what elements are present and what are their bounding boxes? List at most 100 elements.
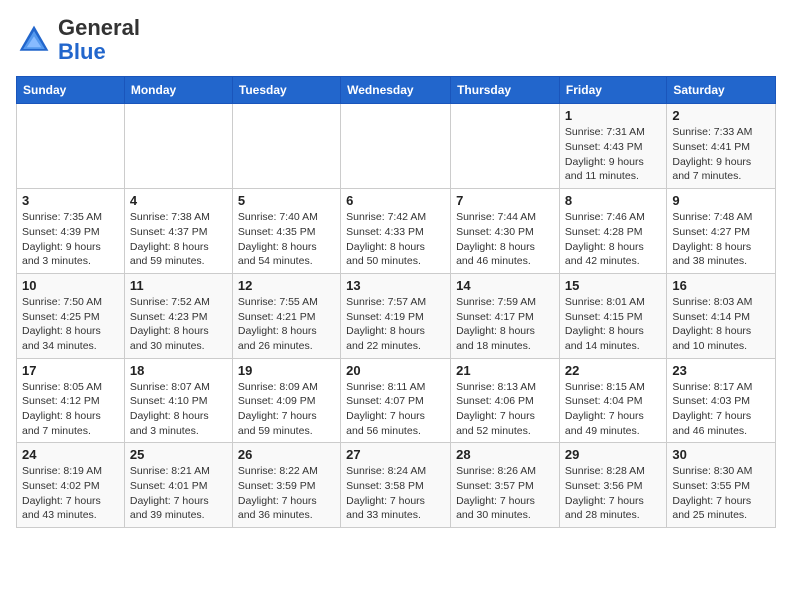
day-info: Sunrise: 7:48 AMSunset: 4:27 PMDaylight:… <box>672 210 770 269</box>
calendar-cell: 12Sunrise: 7:55 AMSunset: 4:21 PMDayligh… <box>232 273 340 358</box>
logo: General Blue <box>16 16 140 64</box>
day-number: 5 <box>238 193 335 208</box>
calendar-cell: 21 Sunrise: 8:13 AMSunset: 4:06 PMDayligh… <box>451 358 560 443</box>
calendar-cell: 29Sunrise: 8:28 AMSunset: 3:56 PMDayligh… <box>559 443 666 528</box>
calendar-cell: 23 Sunrise: 8:17 AMSunset: 4:03 PMDayligh… <box>667 358 776 443</box>
day-number: 23 <box>672 363 770 378</box>
day-number: 11 <box>130 278 227 293</box>
day-number: 13 <box>346 278 445 293</box>
day-info: Sunrise: 7:52 AMSunset: 4:23 PMDaylight:… <box>130 295 227 354</box>
day-info: Sunrise: 7:40 AMSunset: 4:35 PMDaylight:… <box>238 210 335 269</box>
day-number: 8 <box>565 193 661 208</box>
calendar-cell: 2 Sunrise: 7:33 AMSunset: 4:41 PMDaylight… <box>667 104 776 189</box>
weekday-header-saturday: Saturday <box>667 77 776 104</box>
calendar-cell: 30 Sunrise: 8:30 AMSunset: 3:55 PMDayligh… <box>667 443 776 528</box>
calendar-cell: 9 Sunrise: 7:48 AMSunset: 4:27 PMDaylight… <box>667 189 776 274</box>
calendar-cell: 7 Sunrise: 7:44 AMSunset: 4:30 PMDaylight… <box>451 189 560 274</box>
day-info: Sunrise: 7:38 AMSunset: 4:37 PMDaylight:… <box>130 210 227 269</box>
day-number: 2 <box>672 108 770 123</box>
day-number: 19 <box>238 363 335 378</box>
weekday-header-tuesday: Tuesday <box>232 77 340 104</box>
calendar-cell: 20 Sunrise: 8:11 AMSunset: 4:07 PMDayligh… <box>341 358 451 443</box>
page-header: General Blue <box>16 16 776 64</box>
calendar-table: SundayMondayTuesdayWednesdayThursdayFrid… <box>16 76 776 528</box>
day-info: Sunrise: 8:07 AMSunset: 4:10 PMDaylight:… <box>130 380 227 439</box>
day-number: 1 <box>565 108 661 123</box>
day-number: 15 <box>565 278 661 293</box>
day-number: 4 <box>130 193 227 208</box>
calendar-week-5: 24 Sunrise: 8:19 AMSunset: 4:02 PMDayligh… <box>17 443 776 528</box>
logo-text: General Blue <box>58 16 140 64</box>
day-info: Sunrise: 8:09 AMSunset: 4:09 PMDaylight:… <box>238 380 335 439</box>
day-info: Sunrise: 7:31 AMSunset: 4:43 PMDaylight:… <box>565 125 661 184</box>
day-info: Sunrise: 8:19 AMSunset: 4:02 PMDaylight:… <box>22 464 119 523</box>
day-number: 28 <box>456 447 554 462</box>
calendar-cell: 25 Sunrise: 8:21 AMSunset: 4:01 PMDayligh… <box>124 443 232 528</box>
day-number: 6 <box>346 193 445 208</box>
calendar-cell <box>232 104 340 189</box>
day-info: Sunrise: 7:42 AMSunset: 4:33 PMDaylight:… <box>346 210 445 269</box>
calendar-cell: 5 Sunrise: 7:40 AMSunset: 4:35 PMDaylight… <box>232 189 340 274</box>
day-info: Sunrise: 7:57 AMSunset: 4:19 PMDaylight:… <box>346 295 445 354</box>
day-info: Sunrise: 8:03 AMSunset: 4:14 PMDaylight:… <box>672 295 770 354</box>
day-number: 16 <box>672 278 770 293</box>
day-info: Sunrise: 8:11 AMSunset: 4:07 PMDaylight:… <box>346 380 445 439</box>
day-number: 14 <box>456 278 554 293</box>
day-info: Sunrise: 7:44 AMSunset: 4:30 PMDaylight:… <box>456 210 554 269</box>
day-info: Sunrise: 8:21 AMSunset: 4:01 PMDaylight:… <box>130 464 227 523</box>
weekday-header-row: SundayMondayTuesdayWednesdayThursdayFrid… <box>17 77 776 104</box>
calendar-cell <box>17 104 125 189</box>
calendar-week-2: 3 Sunrise: 7:35 AMSunset: 4:39 PMDaylight… <box>17 189 776 274</box>
calendar-week-4: 17Sunrise: 8:05 AMSunset: 4:12 PMDayligh… <box>17 358 776 443</box>
day-info: Sunrise: 8:24 AMSunset: 3:58 PMDaylight:… <box>346 464 445 523</box>
day-number: 24 <box>22 447 119 462</box>
day-number: 3 <box>22 193 119 208</box>
logo-icon <box>16 22 52 58</box>
calendar-cell: 17Sunrise: 8:05 AMSunset: 4:12 PMDayligh… <box>17 358 125 443</box>
calendar-cell: 24 Sunrise: 8:19 AMSunset: 4:02 PMDayligh… <box>17 443 125 528</box>
weekday-header-thursday: Thursday <box>451 77 560 104</box>
day-number: 18 <box>130 363 227 378</box>
calendar-cell: 28Sunrise: 8:26 AMSunset: 3:57 PMDayligh… <box>451 443 560 528</box>
calendar-cell: 22Sunrise: 8:15 AMSunset: 4:04 PMDayligh… <box>559 358 666 443</box>
day-number: 25 <box>130 447 227 462</box>
logo-general: General <box>58 16 140 40</box>
day-info: Sunrise: 7:35 AMSunset: 4:39 PMDaylight:… <box>22 210 119 269</box>
day-info: Sunrise: 8:15 AMSunset: 4:04 PMDaylight:… <box>565 380 661 439</box>
day-number: 9 <box>672 193 770 208</box>
weekday-header-sunday: Sunday <box>17 77 125 104</box>
day-info: Sunrise: 7:59 AMSunset: 4:17 PMDaylight:… <box>456 295 554 354</box>
calendar-cell <box>341 104 451 189</box>
day-info: Sunrise: 8:30 AMSunset: 3:55 PMDaylight:… <box>672 464 770 523</box>
calendar-cell <box>124 104 232 189</box>
day-number: 20 <box>346 363 445 378</box>
day-info: Sunrise: 8:13 AMSunset: 4:06 PMDaylight:… <box>456 380 554 439</box>
calendar-cell: 6 Sunrise: 7:42 AMSunset: 4:33 PMDaylight… <box>341 189 451 274</box>
day-number: 21 <box>456 363 554 378</box>
day-info: Sunrise: 8:17 AMSunset: 4:03 PMDaylight:… <box>672 380 770 439</box>
day-number: 27 <box>346 447 445 462</box>
calendar-cell: 11 Sunrise: 7:52 AMSunset: 4:23 PMDayligh… <box>124 273 232 358</box>
calendar-week-1: 1 Sunrise: 7:31 AMSunset: 4:43 PMDaylight… <box>17 104 776 189</box>
calendar-cell: 8 Sunrise: 7:46 AMSunset: 4:28 PMDaylight… <box>559 189 666 274</box>
day-number: 30 <box>672 447 770 462</box>
day-info: Sunrise: 8:22 AMSunset: 3:59 PMDaylight:… <box>238 464 335 523</box>
logo-blue: Blue <box>58 40 140 64</box>
calendar-cell: 10Sunrise: 7:50 AMSunset: 4:25 PMDayligh… <box>17 273 125 358</box>
calendar-cell: 14 Sunrise: 7:59 AMSunset: 4:17 PMDayligh… <box>451 273 560 358</box>
calendar-cell: 15Sunrise: 8:01 AMSunset: 4:15 PMDayligh… <box>559 273 666 358</box>
calendar-cell: 16 Sunrise: 8:03 AMSunset: 4:14 PMDayligh… <box>667 273 776 358</box>
day-info: Sunrise: 8:28 AMSunset: 3:56 PMDaylight:… <box>565 464 661 523</box>
calendar-cell: 4 Sunrise: 7:38 AMSunset: 4:37 PMDaylight… <box>124 189 232 274</box>
weekday-header-monday: Monday <box>124 77 232 104</box>
calendar-cell <box>451 104 560 189</box>
day-info: Sunrise: 7:33 AMSunset: 4:41 PMDaylight:… <box>672 125 770 184</box>
day-number: 12 <box>238 278 335 293</box>
calendar-week-3: 10Sunrise: 7:50 AMSunset: 4:25 PMDayligh… <box>17 273 776 358</box>
day-info: Sunrise: 7:46 AMSunset: 4:28 PMDaylight:… <box>565 210 661 269</box>
day-number: 7 <box>456 193 554 208</box>
day-info: Sunrise: 7:50 AMSunset: 4:25 PMDaylight:… <box>22 295 119 354</box>
calendar-cell: 13 Sunrise: 7:57 AMSunset: 4:19 PMDayligh… <box>341 273 451 358</box>
calendar-cell: 1 Sunrise: 7:31 AMSunset: 4:43 PMDaylight… <box>559 104 666 189</box>
weekday-header-wednesday: Wednesday <box>341 77 451 104</box>
